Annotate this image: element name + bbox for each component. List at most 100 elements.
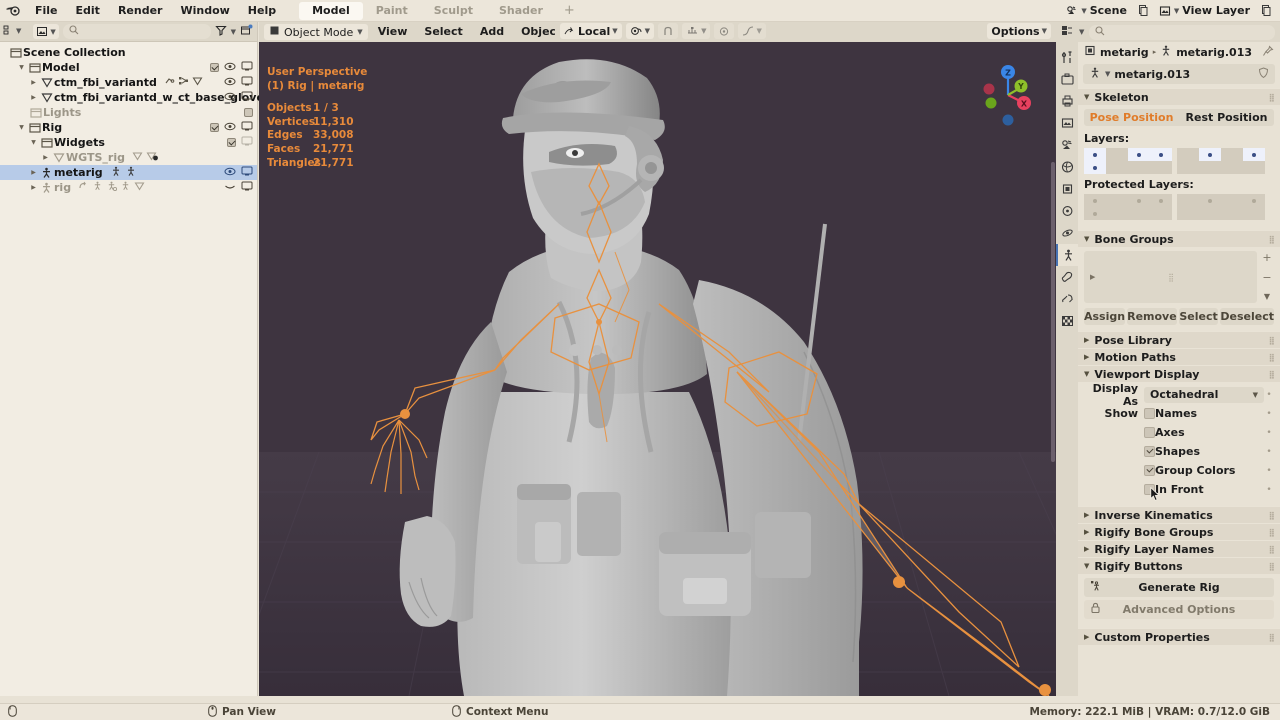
disclosure-triangle-icon[interactable]: ▼ <box>16 64 27 71</box>
3d-viewport[interactable]: Object Mode ▼ View Select Add Object ▼ ▼… <box>259 22 1056 696</box>
layer-toggle[interactable] <box>1243 161 1265 174</box>
layer-toggle[interactable] <box>1199 161 1221 174</box>
remove-button[interactable]: Remove <box>1127 308 1177 325</box>
outliner-row-mesh-1[interactable]: ▶ ctm_fbi_variantd <box>0 75 257 90</box>
layer-toggle[interactable] <box>1177 161 1199 174</box>
assign-button[interactable]: Assign <box>1084 308 1126 325</box>
navigation-axis-gizmo[interactable]: Z Y X <box>975 62 1041 128</box>
layer-toggle[interactable] <box>1150 148 1172 161</box>
panel-header-motion-paths[interactable]: ▶ Motion Paths ⣿ <box>1078 348 1280 365</box>
protected-layer-toggle[interactable] <box>1243 194 1265 207</box>
panel-header-rigify-bone-groups[interactable]: ▶ Rigify Bone Groups ⣿ <box>1078 523 1280 540</box>
tab-bone[interactable] <box>1056 266 1078 288</box>
panel-header-pose-library[interactable]: ▶ Pose Library ⣿ <box>1078 331 1280 348</box>
outliner-row-scene-collection[interactable]: Scene Collection <box>0 45 257 60</box>
outliner-row-lights[interactable]: Lights <box>0 105 257 120</box>
interaction-mode-selector[interactable]: Object Mode ▼ <box>264 24 368 40</box>
animate-property-dot[interactable]: • <box>1264 466 1274 476</box>
disclosure-triangle-icon[interactable]: ▶ <box>28 184 39 191</box>
tab-sculpt[interactable]: Sculpt <box>421 2 486 20</box>
disclosure-triangle-icon[interactable]: ▶ <box>28 79 39 86</box>
tab-shader[interactable]: Shader <box>486 2 556 20</box>
protected-layer-toggle[interactable] <box>1106 207 1128 220</box>
new-scene-icon[interactable] <box>1137 4 1149 17</box>
collection-enable-checkbox[interactable] <box>244 108 253 117</box>
layer-toggle[interactable] <box>1221 148 1243 161</box>
menu-help[interactable]: Help <box>239 0 285 22</box>
panel-header-custom-properties[interactable]: ▶ Custom Properties ⣿ <box>1078 628 1280 645</box>
panel-header-viewport-display[interactable]: ▼ Viewport Display ⣿ <box>1078 365 1280 382</box>
render-visibility-icon[interactable] <box>241 61 253 74</box>
new-view-layer-icon[interactable] <box>1260 4 1272 17</box>
viewport-menu-select[interactable]: Select <box>417 24 469 40</box>
panel-header-skeleton[interactable]: ▼ Skeleton ⣿ <box>1078 88 1280 105</box>
visibility-eye-closed-icon[interactable] <box>224 181 236 194</box>
protected-layer-toggle[interactable] <box>1221 207 1243 220</box>
proportional-editing-toggle[interactable] <box>714 23 735 39</box>
menu-window[interactable]: Window <box>171 0 238 22</box>
tab-modifiers[interactable] <box>1056 200 1078 222</box>
protected-layer-toggle[interactable] <box>1177 207 1199 220</box>
tab-texture[interactable] <box>1056 310 1078 332</box>
protected-layer-toggle[interactable] <box>1084 207 1106 220</box>
protected-layer-toggle[interactable] <box>1128 207 1150 220</box>
layer-toggle[interactable] <box>1084 161 1106 174</box>
animate-property-dot[interactable]: • <box>1264 409 1274 419</box>
generate-rig-button[interactable]: Generate Rig <box>1084 578 1274 597</box>
pose-icon[interactable] <box>125 166 137 180</box>
tab-object[interactable] <box>1056 178 1078 200</box>
layer-toggle[interactable] <box>1177 148 1199 161</box>
render-visibility-icon[interactable] <box>241 181 253 194</box>
chevron-down-icon[interactable]: ▼ <box>231 28 236 36</box>
tab-world[interactable] <box>1056 156 1078 178</box>
fake-user-shield-icon[interactable] <box>1258 66 1269 82</box>
chevron-down-icon[interactable]: ▼ <box>1264 292 1270 301</box>
outliner-row-wgts-rig[interactable]: ▶ WGTS_rig <box>0 150 257 165</box>
render-visibility-icon[interactable] <box>241 121 253 134</box>
collection-enable-checkbox[interactable] <box>210 63 219 72</box>
panel-header-rigify-buttons[interactable]: ▼ Rigify Buttons ⣿ <box>1078 557 1280 574</box>
viewport-menu-add[interactable]: Add <box>473 24 511 40</box>
shapes-checkbox[interactable] <box>1144 446 1155 457</box>
outliner-row-model[interactable]: ▼ Model <box>0 60 257 75</box>
tab-output[interactable] <box>1056 90 1078 112</box>
armature-data-icon[interactable] <box>110 166 122 180</box>
tab-scene[interactable] <box>1056 134 1078 156</box>
disclosure-triangle-icon[interactable]: ▶ <box>28 94 39 101</box>
render-visibility-icon[interactable] <box>241 136 253 149</box>
panel-header-rigify-layer-names[interactable]: ▶ Rigify Layer Names ⣿ <box>1078 540 1280 557</box>
outliner-row-mesh-2[interactable]: ▶ ctm_fbi_variantd_w_ct_base_glove <box>0 90 264 105</box>
viewport-options-menu[interactable]: Options ▼ <box>987 23 1051 39</box>
disclosure-triangle-icon[interactable]: ▶ <box>28 169 39 176</box>
protected-layer-toggle[interactable] <box>1177 194 1199 207</box>
mesh-triangle-icon[interactable] <box>134 181 145 194</box>
display-as-dropdown[interactable]: Octahedral ▼ <box>1144 386 1264 403</box>
tab-bone-constraint[interactable] <box>1056 288 1078 310</box>
viewport-vertical-scrollbar[interactable] <box>1051 162 1055 462</box>
armature-data-icon[interactable] <box>92 181 103 194</box>
layer-toggle[interactable] <box>1243 148 1265 161</box>
snap-toggle[interactable] <box>658 23 679 39</box>
properties-search-input[interactable] <box>1089 24 1275 40</box>
tab-model[interactable]: Model <box>299 1 363 20</box>
chevron-down-icon[interactable]: ▼ <box>16 27 21 35</box>
protected-layer-toggle[interactable] <box>1199 207 1221 220</box>
tab-object-data-armature[interactable] <box>1056 244 1078 266</box>
advanced-options-button[interactable]: Advanced Options <box>1084 600 1274 619</box>
layer-toggle[interactable] <box>1128 161 1150 174</box>
hidden-mesh-icon[interactable] <box>146 151 159 165</box>
deselect-button[interactable]: Deselect <box>1220 308 1274 325</box>
filter-funnel-icon[interactable] <box>214 25 227 39</box>
breadcrumb-object-name[interactable]: metarig <box>1100 46 1149 59</box>
layer-toggle[interactable] <box>1199 148 1221 161</box>
visibility-eye-icon[interactable] <box>224 166 236 179</box>
snap-target-selector[interactable]: ▼ <box>682 23 711 39</box>
disclosure-triangle-icon[interactable]: ▼ <box>16 124 27 131</box>
render-visibility-icon[interactable] <box>241 166 253 179</box>
mesh-triangle-icon[interactable] <box>192 76 203 89</box>
protected-layer-toggle[interactable] <box>1150 194 1172 207</box>
animate-property-dot[interactable]: • <box>1264 447 1274 457</box>
panel-header-inverse-kinematics[interactable]: ▶ Inverse Kinematics ⣿ <box>1078 506 1280 523</box>
plus-icon[interactable]: + <box>1262 252 1271 263</box>
modifier-icon[interactable] <box>164 76 175 89</box>
